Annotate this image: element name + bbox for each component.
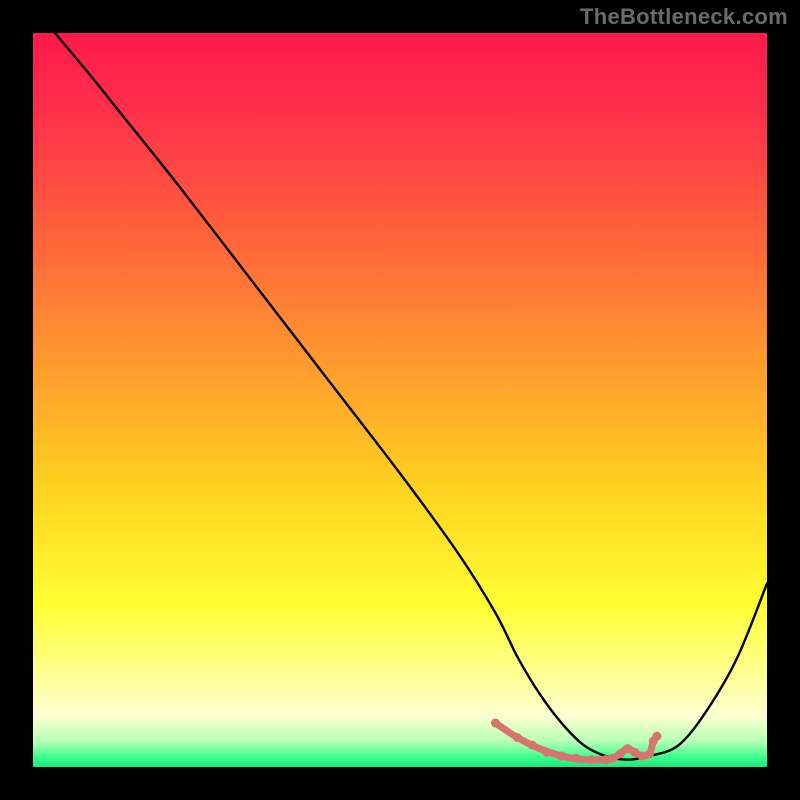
highlight-dot: [652, 732, 661, 741]
highlight-dot: [491, 718, 500, 727]
watermark-text: TheBottleneck.com: [580, 4, 788, 30]
highlight-dot: [586, 755, 595, 764]
gradient-background: [33, 33, 767, 767]
chart-frame: TheBottleneck.com: [0, 0, 800, 800]
highlight-dot: [557, 751, 566, 760]
highlight-dot: [572, 754, 581, 763]
highlight-dot: [616, 749, 625, 758]
highlight-dot: [542, 748, 551, 757]
highlight-dot: [645, 749, 654, 758]
plot-area: [33, 33, 767, 767]
highlight-dot: [513, 733, 522, 742]
chart-svg: [33, 33, 767, 767]
highlight-dot: [528, 740, 537, 749]
